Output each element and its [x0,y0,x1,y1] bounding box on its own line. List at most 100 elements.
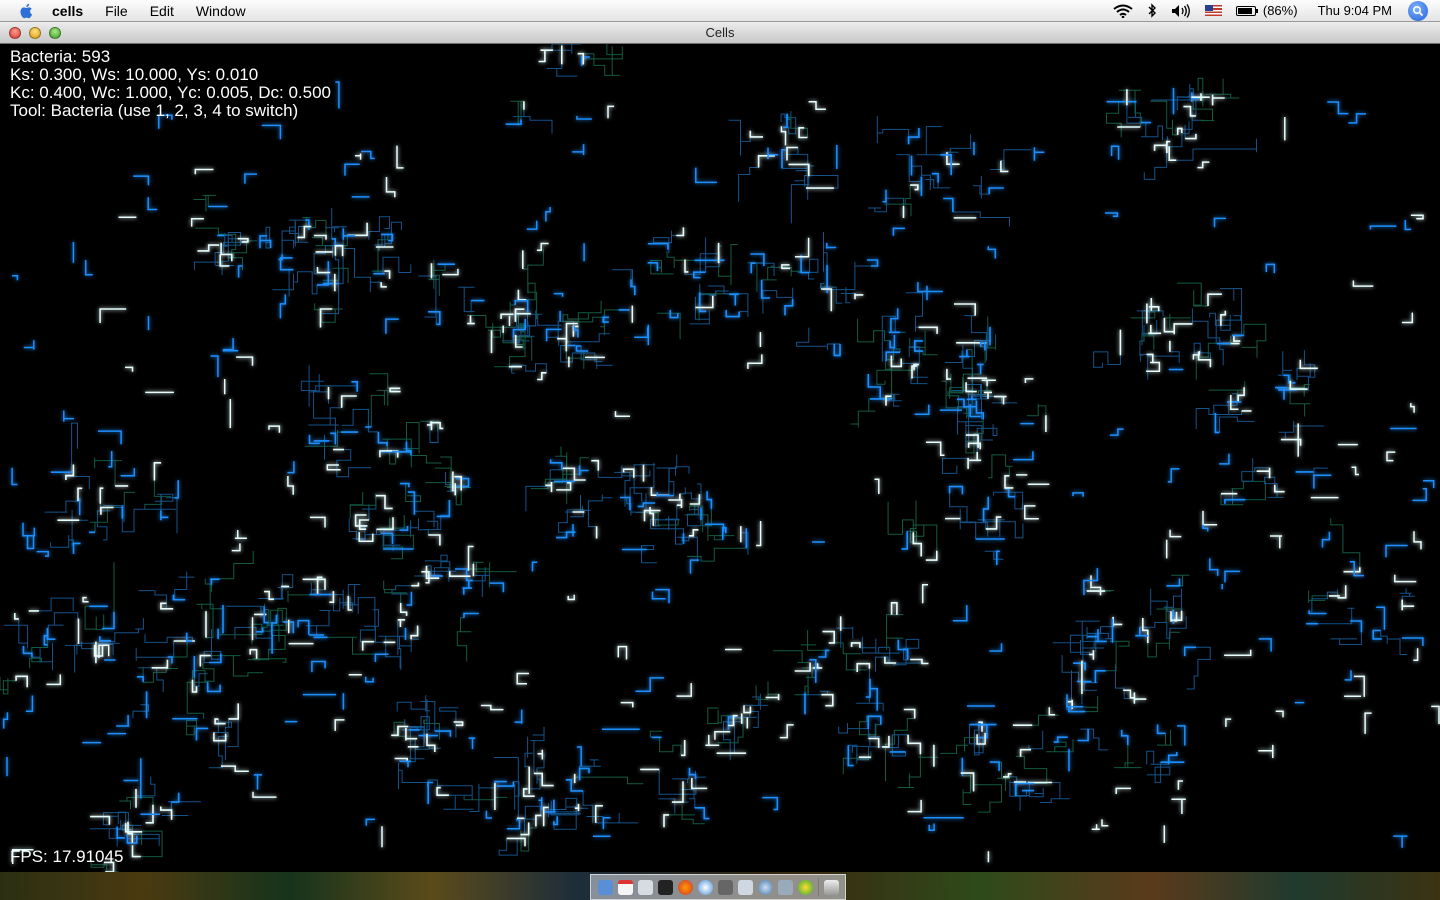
itunes-icon[interactable] [757,879,773,895]
trail [885,718,915,781]
bacterium [695,295,714,309]
trail [972,175,990,199]
trail [544,44,573,60]
window-title-bar[interactable]: Cells [0,22,1440,44]
trail [281,226,312,249]
bacterium [1270,535,1283,549]
trail [371,234,389,273]
bacterium [594,805,603,823]
trail [3,618,29,649]
volume-icon[interactable] [1171,3,1191,18]
trail [909,330,938,356]
trail [162,802,189,816]
bacterium [1183,646,1196,657]
menu-bar: cells File Edit Window (86%) Thu 9:04 PM [0,0,1440,22]
bacterium [553,292,564,297]
bacterium [1211,94,1225,106]
bacterium [545,207,551,222]
bacterium [330,432,337,445]
menu-window[interactable]: Window [196,3,246,19]
ical-icon[interactable] [617,879,633,895]
bacterium [428,534,441,546]
trail [166,497,178,534]
menu-edit[interactable]: Edit [150,3,174,19]
trail [1141,122,1163,141]
trail [574,776,644,785]
trail [1219,416,1255,433]
bacterium [1173,323,1193,335]
us-flag-icon[interactable] [1204,5,1222,16]
menu-clock[interactable]: Thu 9:04 PM [1318,3,1392,18]
bacterium [1110,145,1120,160]
trail [679,483,702,500]
battery-status[interactable]: (86%) [1235,3,1298,18]
trail [458,286,475,313]
bacterium [575,345,589,352]
trail [884,185,912,217]
bacterium [311,660,326,673]
trail [362,493,377,520]
trail [210,550,254,593]
bacterium [1185,133,1197,140]
bluetooth-icon[interactable] [1147,3,1157,18]
x11-icon[interactable] [717,879,733,895]
bacterium [463,612,479,618]
menu-app-name[interactable]: cells [52,3,83,19]
trail [640,545,657,564]
network-icon[interactable] [777,879,793,895]
trail [612,269,633,287]
trail [47,612,79,640]
trail [513,107,553,134]
trail [1286,387,1311,417]
bacterium [1265,263,1276,274]
finder-icon[interactable] [597,879,613,895]
bacterium [553,816,558,826]
java-icon[interactable] [797,879,813,895]
bacterium [84,260,93,276]
bacterium [1219,453,1230,465]
trail [761,266,802,281]
bacterium [1394,574,1417,583]
bacterium [23,340,35,350]
bacterium [98,430,122,445]
bacterium [694,807,710,820]
trail [1176,138,1257,161]
trail [952,211,1010,227]
bacterium [1171,798,1186,814]
bacterium [780,126,787,146]
apple-icon[interactable] [18,2,36,20]
bacterium [982,496,989,522]
trail [311,235,348,247]
wifi-icon[interactable] [1113,4,1133,18]
bacterium [365,818,375,826]
trail [336,449,372,478]
bacterium [209,653,222,664]
bacterium [517,289,527,301]
trail [374,233,394,251]
bacterium [617,645,628,660]
bacterium [1385,544,1408,558]
menu-file[interactable]: File [105,3,128,19]
safari-icon[interactable] [697,879,713,895]
bacterium [244,173,257,184]
trail [357,597,376,643]
bacterium [1423,479,1435,489]
terminal-icon[interactable] [657,879,673,895]
bacterium [82,596,89,603]
trail [1205,78,1240,99]
bacterium [747,354,763,369]
simulation-canvas[interactable]: Bacteria: 593 Ks: 0.300, Ws: 10.000, Ys: … [0,44,1440,872]
trash-icon[interactable] [823,879,839,895]
preview-icon[interactable] [737,879,753,895]
bacterium [287,461,295,474]
spotlight-icon[interactable] [1408,0,1428,21]
bacterium [602,817,611,830]
bacterium [681,740,686,757]
mail-icon[interactable] [637,879,653,895]
trail [705,237,721,273]
firefox-icon[interactable] [677,879,693,895]
battery-percent: (86%) [1262,3,1298,18]
bacterium [1321,531,1331,548]
trail [773,650,811,664]
trail [306,610,331,636]
